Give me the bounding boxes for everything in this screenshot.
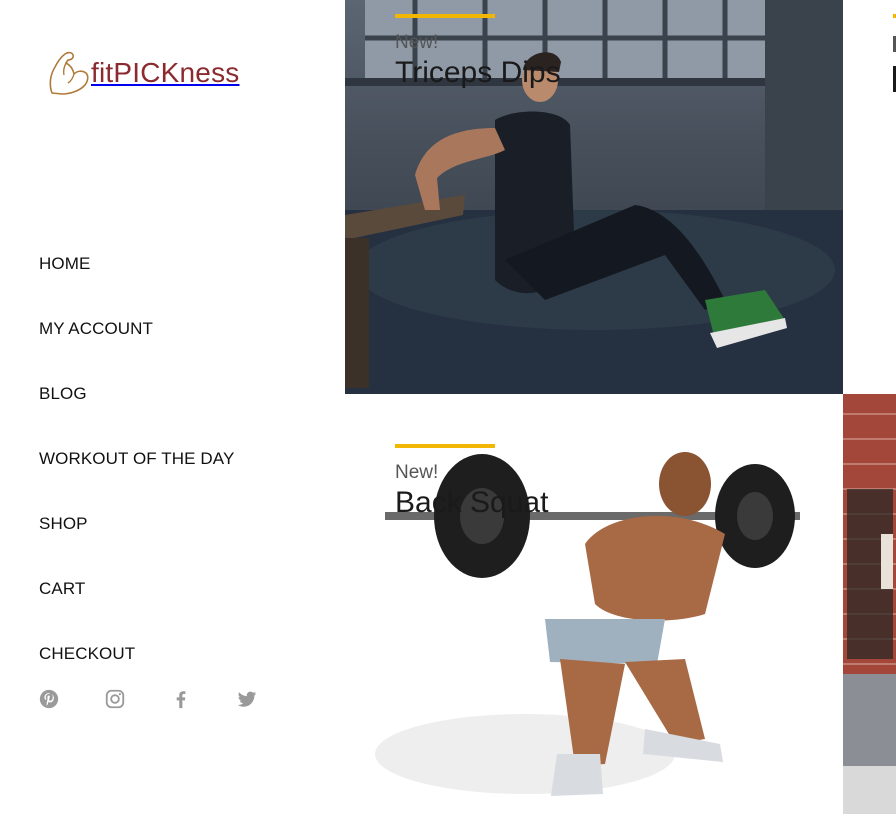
twitter-icon (237, 691, 257, 707)
accent-bar (395, 14, 495, 18)
twitter-link[interactable] (236, 688, 302, 712)
nav-item-cart: CART (39, 579, 234, 644)
pinterest-link[interactable] (38, 688, 104, 712)
card-title: Back Squat (395, 486, 549, 519)
nav-link-home[interactable]: HOME (39, 254, 90, 274)
nav-link-checkout[interactable]: CHECKOUT (39, 644, 135, 664)
nav-link-blog[interactable]: BLOG (39, 384, 87, 404)
main-nav: HOME MY ACCOUNT BLOG WORKOUT OF THE DAY … (39, 254, 234, 709)
card-tag: New! (395, 32, 439, 53)
gym-brick-photo (843, 394, 896, 814)
facebook-icon (176, 691, 186, 709)
card-caption: New! Triceps Dips (395, 14, 561, 91)
nav-item-home: HOME (39, 254, 234, 319)
pinterest-icon (39, 689, 59, 709)
workout-card-back-squat[interactable]: New! Back Squat (345, 394, 843, 814)
flexed-arm-icon (49, 51, 89, 95)
facebook-link[interactable] (170, 688, 236, 712)
nav-link-shop[interactable]: SHOP (39, 514, 88, 534)
site-logo[interactable]: fitPICKness (46, 48, 239, 98)
nav-link-cart[interactable]: CART (39, 579, 85, 599)
sidebar: fitPICKness HOME MY ACCOUNT BLOG WORKOUT… (0, 0, 345, 814)
logo-text: fitPICKness (91, 57, 240, 88)
workout-card-triceps-dips[interactable]: New! Triceps Dips (345, 0, 843, 394)
nav-item-my-account: MY ACCOUNT (39, 319, 234, 384)
card-title: Triceps Dips (395, 56, 561, 89)
nav-link-workout-of-the-day[interactable]: WORKOUT OF THE DAY (39, 449, 234, 469)
nav-item-workout-of-the-day: WORKOUT OF THE DAY (39, 449, 234, 514)
instagram-icon (105, 689, 125, 709)
accent-bar (395, 444, 495, 448)
nav-item-shop: SHOP (39, 514, 234, 579)
workout-card-partial-top[interactable] (843, 0, 896, 394)
workout-card-partial-bottom[interactable] (843, 394, 896, 814)
instagram-link[interactable] (104, 688, 170, 712)
nav-link-my-account[interactable]: MY ACCOUNT (39, 319, 153, 339)
card-tag: New! (395, 462, 439, 483)
nav-item-blog: BLOG (39, 384, 234, 449)
social-links (38, 688, 302, 712)
card-caption: New! Back Squat (395, 444, 548, 521)
